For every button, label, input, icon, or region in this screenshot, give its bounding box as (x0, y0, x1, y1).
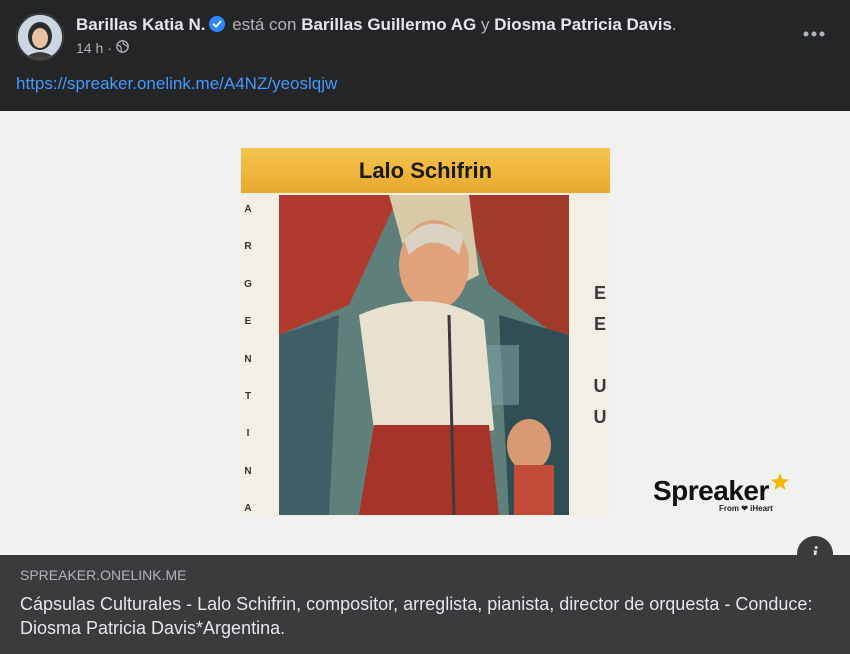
post-link[interactable]: https://spreaker.onelink.me/A4NZ/yeoslqj… (16, 74, 337, 94)
preview-title[interactable]: Cápsulas Culturales - Lalo Schifrin, com… (20, 592, 820, 640)
tagged-user-1[interactable]: Barillas Guillermo AG (301, 15, 476, 34)
conjunction-text: y (481, 15, 490, 34)
link-preview-card[interactable]: SPREAKER.ONELINK.ME Cápsulas Culturales … (0, 555, 850, 654)
with-text: está con (232, 15, 297, 34)
more-options-button[interactable] (800, 24, 828, 44)
period-text: . (671, 15, 677, 34)
tagged-user-2[interactable]: Diosma Patricia Davis (494, 15, 672, 34)
spreaker-tagline: From ❤ iHeart (719, 504, 773, 513)
podcast-cover: Lalo Schifrin A R G E N T I N A E E U U (241, 148, 610, 517)
preview-domain: SPREAKER.ONELINK.ME (20, 567, 187, 583)
link-preview-image[interactable]: Lalo Schifrin A R G E N T I N A E E U U … (0, 111, 850, 555)
post-header: Barillas Katia N. está con Barillas Guil… (0, 0, 850, 70)
cover-left-letters: A R G E N T I N A (244, 204, 252, 514)
cover-right-letters: E E U U (593, 283, 607, 427)
author-name[interactable]: Barillas Katia N. (76, 15, 205, 34)
post-time[interactable]: 14 h (76, 40, 103, 56)
meta-separator: · (107, 40, 112, 56)
more-dots-icon (803, 31, 825, 37)
star-icon (770, 473, 789, 490)
post-meta: 14 h · (76, 40, 129, 56)
author-line: Barillas Katia N. está con Barillas Guil… (76, 14, 677, 38)
avatar[interactable] (16, 13, 64, 61)
spreaker-logo: Spreaker (653, 472, 790, 507)
cover-title: Lalo Schifrin (241, 148, 610, 193)
cover-artwork (279, 195, 569, 515)
globe-icon[interactable] (116, 40, 129, 56)
verified-badge-icon (209, 16, 226, 38)
